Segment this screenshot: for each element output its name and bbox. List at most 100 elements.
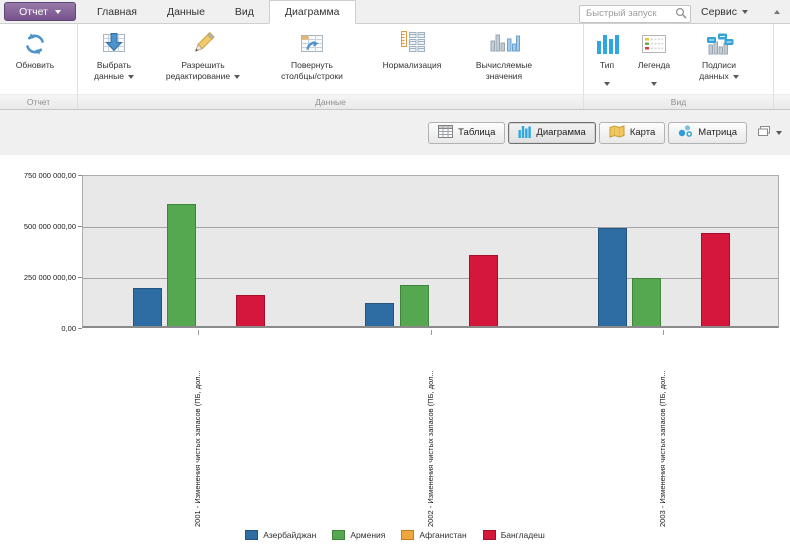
chevron-up-icon [774, 9, 780, 14]
legend-label: Афганистан [419, 530, 467, 540]
ribbon-group-view: Тип Легенда Подписи данных Вид [584, 24, 774, 109]
tab-view[interactable]: Вид [220, 0, 269, 23]
y-tick-label: 500 000 000,00 [23, 221, 76, 231]
bar-Армения-3[interactable] [632, 278, 661, 326]
plot-area [82, 175, 779, 328]
ribbon-button-allow-edit[interactable]: Разрешить редактирование [147, 26, 259, 82]
view-toolbar: Таблица Диаграмма Карта Матрица [0, 110, 790, 155]
report-menu-button[interactable]: Отчет [4, 2, 76, 21]
ribbon-group-report: Обновить Отчет [0, 24, 78, 109]
x-axis-tick [198, 330, 200, 335]
ribbon-button-label: Вычисляемые значения [475, 60, 533, 82]
chart-sw-icon [518, 125, 532, 141]
pencil-icon [188, 28, 218, 60]
bar-Бангладеш-3[interactable] [701, 233, 730, 326]
ribbon-group-data: Выбрать данные Разрешить редактирование Пове… [78, 24, 584, 109]
tab-data[interactable]: Данные [152, 0, 220, 23]
y-axis-tick [78, 175, 82, 176]
ribbon-button-label: Выбрать данные [94, 60, 134, 82]
map-icon [609, 124, 625, 141]
bar-Азербайджан-1[interactable] [133, 288, 162, 326]
ribbon-button-select-data[interactable]: Выбрать данные [81, 26, 147, 82]
ribbon-button-chart-type[interactable]: Тип [587, 26, 627, 91]
bar-Азербайджан-3[interactable] [598, 228, 627, 326]
legend-label: Армения [350, 530, 386, 540]
quick-search [579, 3, 692, 24]
table-icon [438, 124, 454, 141]
window-options-button[interactable] [757, 124, 782, 142]
ribbon-button-legend[interactable]: Легенда [627, 26, 681, 91]
ribbon-button-data-labels[interactable]: Подписи данных [681, 26, 757, 82]
chevron-down-icon [127, 75, 134, 80]
bar-Бангладеш-1[interactable] [236, 295, 265, 326]
legend-label: Бангладеш [500, 530, 545, 540]
ribbon-button-normalization[interactable]: Нормализация [365, 26, 459, 71]
ribbon-button-label: Нормализация [382, 60, 442, 70]
refresh-icon [21, 28, 49, 60]
normalization-icon [396, 28, 428, 60]
y-axis-tick [78, 328, 82, 329]
view-button-chart[interactable]: Диаграмма [508, 121, 596, 144]
data-labels-icon [703, 28, 735, 60]
view-button-table[interactable]: Таблица [428, 121, 506, 144]
legend-item-Афганистан: Афганистан [401, 530, 467, 540]
collapse-ribbon-button[interactable] [774, 0, 780, 23]
tab-home[interactable]: Главная [82, 0, 152, 23]
y-axis-tick [78, 226, 82, 227]
chevron-down-icon [742, 9, 748, 14]
legend-item-Армения: Армения [332, 530, 385, 540]
ribbon-button-label: Повернуть столбцы/строки [281, 60, 343, 82]
service-menu[interactable]: Сервис [701, 0, 748, 23]
legend-swatch [245, 530, 259, 540]
view-button-matrix[interactable]: Матрица [668, 121, 747, 144]
x-axis-tick [430, 330, 432, 335]
bar-Бангладеш-2[interactable] [469, 255, 498, 326]
matrix-icon [678, 124, 693, 141]
view-button-label: Матрица [698, 127, 737, 138]
chevron-down-icon [651, 73, 657, 91]
chevron-down-icon [776, 130, 782, 135]
x-axis-label: 2003 - Изменения чистых запасов (ПБ, дол… [657, 370, 667, 527]
ribbon-button-refresh[interactable]: Обновить [3, 26, 67, 71]
chart-type-icon [594, 28, 620, 60]
service-menu-label: Сервис [701, 5, 737, 18]
tab-strip: Главная Данные Вид Диаграмма [82, 0, 356, 24]
legend-icon [639, 28, 669, 60]
chart-area: 0,00 250 000 000,00 500 000 000,00 750 000 … [0, 155, 790, 558]
view-button-map[interactable]: Карта [598, 121, 666, 144]
x-axis-label: 2001 - Изменения чистых запасов (ПБ, дол… [193, 370, 203, 527]
ribbon-button-rotate-columns[interactable]: Повернуть столбцы/строки [259, 26, 365, 82]
legend-swatch [482, 530, 496, 540]
legend-label: Азербайджан [263, 530, 317, 540]
ribbon-button-computed-values[interactable]: Вычисляемые значения [459, 26, 549, 82]
ribbon-button-label: Подписи данных [699, 60, 739, 82]
computed-values-icon [488, 28, 520, 60]
ribbon-group-content: Тип Легенда Подписи данных [584, 24, 773, 94]
view-button-label: Карта [629, 127, 656, 138]
chevron-down-icon [54, 9, 61, 14]
search-icon [675, 6, 687, 24]
bar-Армения-2[interactable] [400, 285, 429, 326]
app-window: Отчет ГлавнаяДанныеВидДиаграмма Сервис О… [0, 0, 790, 558]
chart-legend: Азербайджан Армения Афганистан Бангладеш [0, 530, 790, 540]
chevron-down-icon [604, 73, 610, 91]
legend-swatch [332, 530, 346, 540]
y-tick-label: 750 000 000,00 [23, 170, 76, 180]
ribbon-group-title: Отчет [0, 94, 77, 109]
chevron-down-icon [234, 75, 241, 80]
bar-Азербайджан-2[interactable] [365, 303, 394, 326]
rotate-columns-icon [297, 28, 327, 60]
ribbon-button-label: Разрешить редактирование [166, 60, 241, 82]
ribbon-button-label: Легенда [637, 60, 671, 70]
tab-chart[interactable]: Диаграмма [268, 0, 356, 24]
x-axis-label: 2002 - Изменения чистых запасов (ПБ, дол… [425, 370, 435, 527]
view-button-label: Диаграмма [536, 127, 586, 138]
bar-Армения-1[interactable] [167, 204, 196, 326]
chevron-down-icon [732, 75, 739, 80]
view-button-label: Таблица [458, 127, 496, 138]
view-switcher: Таблица Диаграмма Карта Матрица [428, 121, 747, 144]
ribbon: Обновить Отчет Выбрать данные Разрешить редак… [0, 24, 790, 110]
tab-bar: Отчет ГлавнаяДанныеВидДиаграмма Сервис [0, 0, 790, 24]
ribbon-button-label: Обновить [15, 60, 55, 70]
y-axis-tick [78, 277, 82, 278]
